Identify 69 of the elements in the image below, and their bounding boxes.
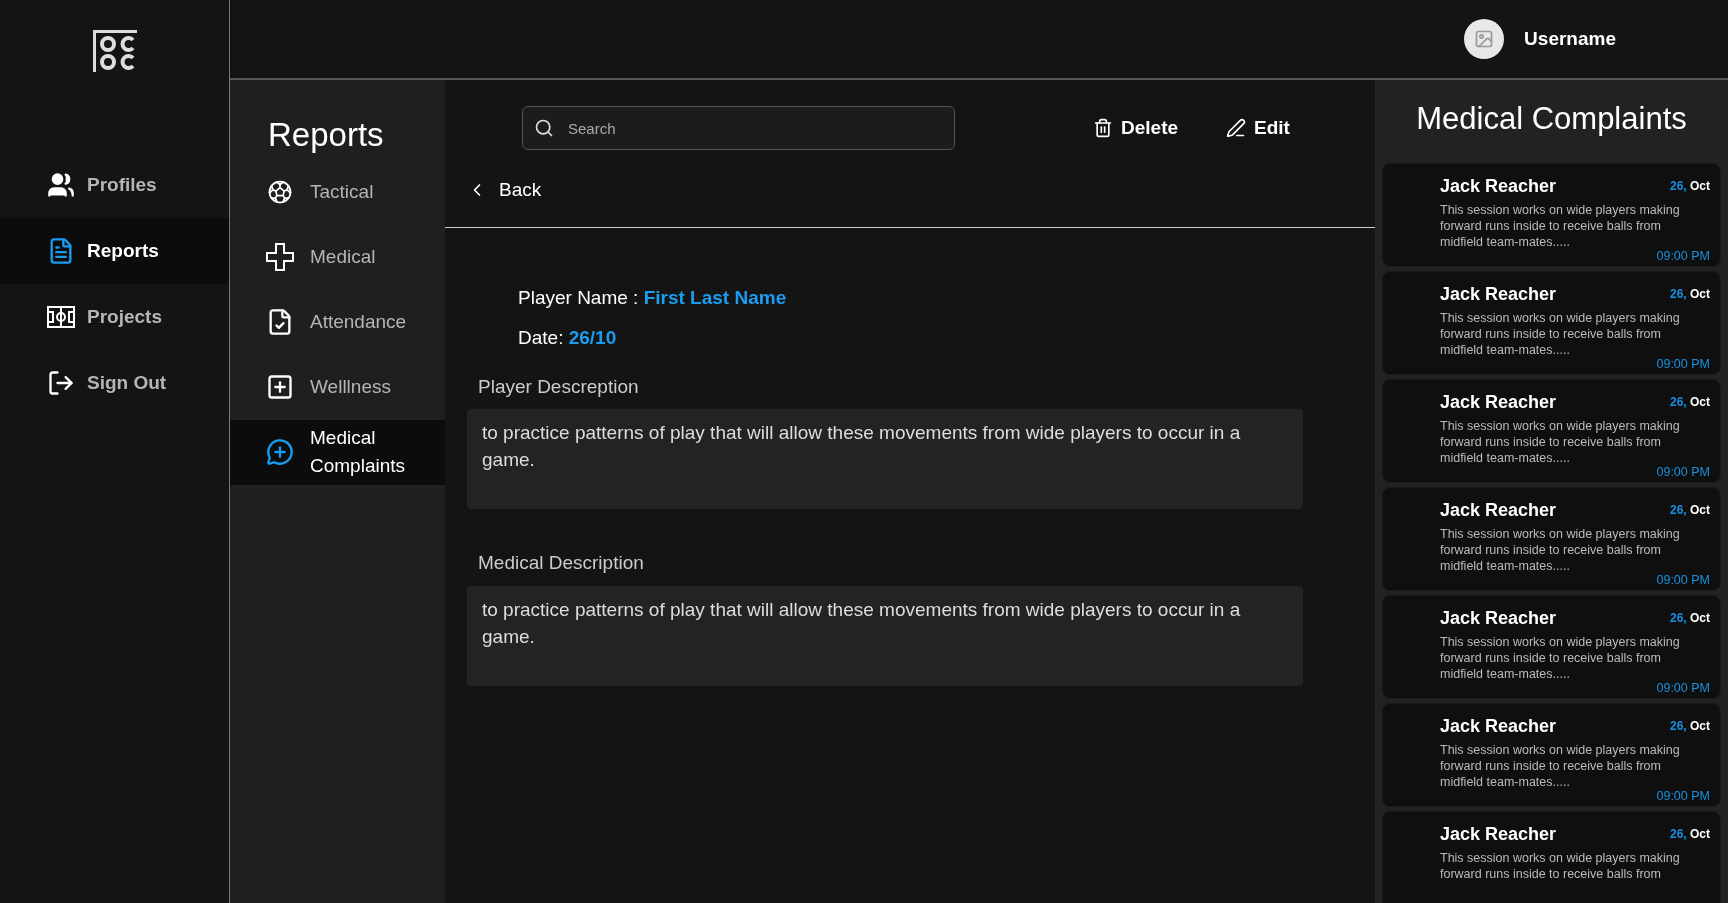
detail-line: Player Name : First Last Name (518, 285, 788, 310)
pitch-icon (47, 305, 75, 329)
card-date: 26, Oct (1669, 718, 1710, 735)
users-icon (47, 171, 75, 199)
section-label: Player Descreption (477, 374, 640, 399)
avatar[interactable] (1464, 19, 1505, 59)
football-icon (266, 178, 294, 206)
sidebar-item[interactable]: Projects (0, 284, 229, 350)
complaint-card[interactable]: Jack Reacher 26, Oct This session works on wide players making forward runs inside to receive balls from midfield team-mates..... 09:00 PM (1382, 378, 1721, 483)
trash-icon (1093, 118, 1113, 138)
square-plus-icon (266, 373, 294, 401)
card-name: Jack Reacher (1440, 606, 1557, 630)
complaint-card[interactable]: Jack Reacher 26, Oct This session works on wide players making forward runs inside to receive balls from midfield team-mates..... 09:00 PM (1382, 702, 1721, 807)
card-name: Jack Reacher (1440, 822, 1557, 846)
section-label: Medical Description (477, 551, 645, 575)
card-description: This session works on wide players making forward runs inside to receive balls from midfield team-mates..... (1440, 309, 1680, 358)
menu-item[interactable]: Medical Complaints (230, 419, 445, 485)
search-field[interactable]: Search (522, 106, 955, 150)
chat-plus-icon (266, 438, 294, 466)
username: Username (1524, 26, 1616, 51)
sidebar-item[interactable]: Sign Out (0, 350, 229, 416)
card-name: Jack Reacher (1440, 282, 1557, 306)
card-description: This session works on wide players making forward runs inside to receive balls from midfield team-mates..... (1440, 417, 1680, 466)
card-time: 09:00 PM (1656, 572, 1710, 588)
pen-icon (1226, 118, 1247, 138)
complaint-card[interactable]: Jack Reacher 26, Oct This session works on wide players making forward runs inside to receive balls from midfield team-mates..... 09:00 PM (1382, 594, 1721, 699)
card-time: 09:00 PM (1656, 248, 1710, 264)
card-description: This session works on wide players making forward runs inside to receive balls from midfield team-mates..... (1440, 525, 1680, 574)
plus-icon (266, 243, 294, 271)
card-date: 26, Oct (1669, 502, 1710, 519)
card-date: 26, Oct (1669, 610, 1710, 627)
menu-item[interactable]: Tactical (230, 159, 445, 225)
description-box: to practice patterns of play that will allow these movements from wide players to occur in a game. (467, 409, 1303, 509)
detail-line: Date: 26/10 (518, 326, 618, 350)
card-description: This session works on wide players making forward runs inside to receive balls from midfield team-mates..... (1440, 633, 1680, 682)
back-button[interactable]: Back (467, 176, 542, 205)
card-description: This session works on wide players making forward runs inside to receive balls from midfield team-mates..... (1440, 201, 1680, 250)
card-time: 09:00 PM (1656, 464, 1710, 480)
card-name: Jack Reacher (1440, 390, 1557, 414)
complaint-card[interactable]: Jack Reacher 26, Oct This session works on wide players making forward runs inside to receive balls from midfield team-mates..... 09:00 PM (1382, 270, 1721, 375)
description-box: to practice patterns of play that will allow these movements from wide players to occur in a game. (467, 585, 1303, 686)
menu-item[interactable]: Attendance (230, 289, 445, 355)
card-name: Jack Reacher (1440, 714, 1557, 738)
card-time: 09:00 PM (1656, 356, 1710, 372)
menu-item[interactable]: Welllness (230, 354, 445, 420)
card-time: 09:00 PM (1656, 788, 1710, 804)
logo-icon (92, 30, 137, 72)
edit-button[interactable]: Edit (1226, 113, 1290, 143)
card-description: This session works on wide players making forward runs inside to receive balls from (1440, 849, 1680, 882)
card-name: Jack Reacher (1440, 498, 1557, 522)
complaint-card[interactable]: Jack Reacher 26, Oct This session works on wide players making forward runs inside to receive balls from (1382, 810, 1721, 903)
card-date: 26, Oct (1669, 178, 1710, 195)
menu-item[interactable]: Medical (230, 224, 445, 290)
search-icon (534, 118, 554, 138)
complaint-card[interactable]: Jack Reacher 26, Oct This session works on wide players making forward runs inside to receive balls from midfield team-mates..... 09:00 PM (1382, 162, 1721, 267)
menu-title: Reports (267, 115, 385, 155)
sign-out-icon (47, 369, 75, 397)
sidebar-item[interactable]: Profiles (0, 152, 229, 218)
card-description: This session works on wide players making forward runs inside to receive balls from midfield team-mates..... (1440, 741, 1680, 790)
card-name: Jack Reacher (1440, 174, 1557, 198)
card-date: 26, Oct (1669, 826, 1710, 843)
panel-title: Medical Complaints (1415, 100, 1688, 138)
image-icon (1474, 29, 1495, 49)
card-date: 26, Oct (1669, 394, 1710, 411)
delete-button[interactable]: Delete (1093, 113, 1179, 143)
sidebar-item[interactable]: Reports (0, 218, 229, 284)
card-time: 09:00 PM (1656, 680, 1710, 696)
complaint-card[interactable]: Jack Reacher 26, Oct This session works on wide players making forward runs inside to receive balls from midfield team-mates..... 09:00 PM (1382, 486, 1721, 591)
card-date: 26, Oct (1669, 286, 1710, 303)
